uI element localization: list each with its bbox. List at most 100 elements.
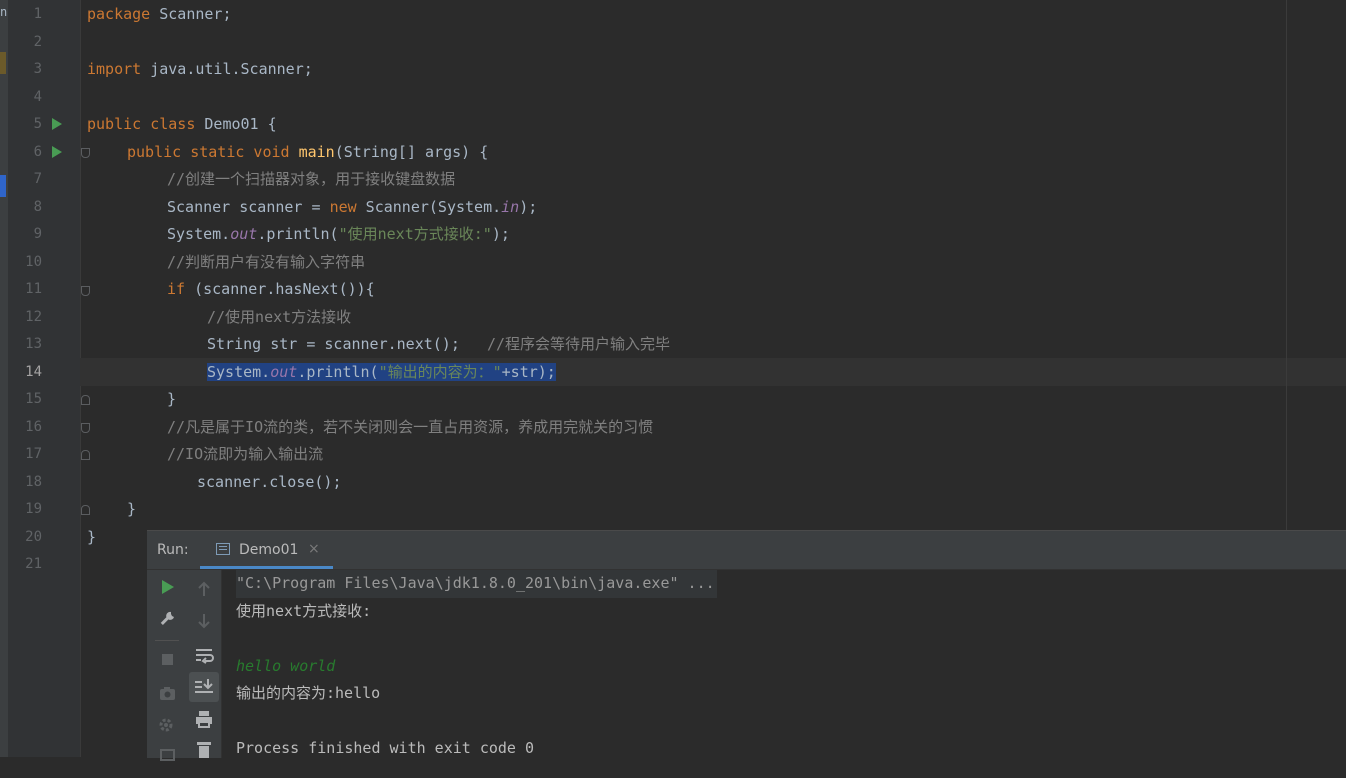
bookmark-marker: [0, 52, 6, 74]
code-text: .println(: [297, 362, 379, 381]
code-line: import java.util.Scanner;: [87, 56, 313, 84]
code-line-selected: System.out.println("输出的内容为："+str);: [207, 359, 556, 387]
code-line: String str = scanner.next(); //程序会等待用户输入…: [207, 331, 670, 359]
line-number: 1: [33, 6, 42, 22]
code-text: .println(: [257, 225, 339, 243]
editor-gutter: 1 2 3 4 5 6 7 8 9 10 11 12 13 14 15 16 1…: [8, 0, 90, 757]
line-number: 12: [25, 308, 42, 325]
clear-all-button[interactable]: [191, 736, 217, 762]
layout-icon: [160, 749, 175, 761]
selected-text: System.out.println("输出的内容为："+str);: [207, 362, 556, 381]
code-text: }: [87, 527, 97, 546]
dump-threads-button[interactable]: [154, 680, 180, 706]
string-literal: "使用next方式接收:": [338, 225, 492, 243]
code-line: public static void main(String[] args) {: [127, 139, 488, 167]
code-comment: //IO流即为输入输出流: [167, 445, 324, 463]
code-text: Scanner;: [150, 5, 232, 23]
down-arrow-icon: [198, 614, 210, 629]
code-text: (scanner.hasNext()){: [185, 280, 375, 298]
code-text: (String[] args) {: [334, 142, 489, 161]
trash-icon: [197, 742, 211, 758]
code-text: Scanner(System.: [356, 197, 502, 216]
code-line: scanner.close();: [197, 469, 342, 497]
code-text: scanner.close();: [197, 472, 342, 491]
active-tab-underline: [200, 566, 333, 569]
keyword: package: [87, 5, 151, 23]
code-text: );: [491, 225, 510, 243]
settings-button[interactable]: [154, 712, 180, 738]
keyword: new: [329, 197, 357, 216]
line-number-current: 14: [25, 363, 42, 380]
line-number: 15: [25, 391, 42, 407]
code-line: }: [87, 524, 96, 552]
soft-wrap-icon: [196, 649, 214, 664]
run-label: Run:: [157, 542, 189, 558]
code-text: System.: [167, 225, 231, 243]
code-line: package Scanner;: [87, 1, 232, 29]
tab-demo01[interactable]: Demo01 ×: [200, 531, 333, 569]
run-main-gutter-icon[interactable]: [52, 146, 62, 158]
keyword: public class: [87, 115, 196, 133]
code-text: +str);: [501, 362, 556, 381]
keyword: import: [87, 60, 142, 78]
code-text: Demo01 {: [195, 115, 277, 133]
code-comment: //凡是属于IO流的类，若不关闭则会一直占用资源，养成用完就关的习惯: [167, 417, 654, 436]
code-line: }: [167, 386, 176, 414]
gear-icon: [159, 718, 173, 732]
line-number: 8: [33, 198, 42, 215]
next-occurrence-button[interactable]: [191, 608, 217, 634]
print-icon: [196, 711, 212, 728]
run-icon: [162, 580, 174, 594]
method-name: main: [298, 142, 335, 161]
code-text: System.: [207, 362, 271, 381]
line-number: 13: [25, 336, 42, 352]
left-tool-strip: n: [0, 0, 8, 757]
line-number: 11: [25, 281, 42, 297]
string-literal: "输出的内容为：": [378, 362, 502, 381]
code-line: }: [127, 496, 136, 524]
line-number: 20: [25, 528, 42, 545]
console-output-line: 输出的内容为:hello: [236, 684, 381, 702]
layout-button[interactable]: [154, 744, 180, 770]
line-number: 2: [33, 33, 42, 50]
right-margin-guide: [1286, 0, 1287, 530]
code-text: Scanner scanner =: [167, 197, 330, 216]
wrench-icon: [160, 611, 174, 625]
code-text: String str = scanner.next();: [207, 335, 460, 353]
print-button[interactable]: [191, 706, 217, 732]
code-comment: //判断用户有没有输入字符串: [167, 252, 366, 271]
line-number: 18: [25, 473, 42, 490]
line-number: 3: [33, 61, 42, 77]
line-number: 19: [25, 501, 42, 517]
active-marker: [0, 175, 6, 197]
console-output-line: 使用next方式接收:: [236, 601, 372, 620]
code-line: if (scanner.hasNext()){: [167, 276, 375, 304]
line-number: 7: [33, 171, 42, 187]
console-exit-line: Process finished with exit code 0: [236, 739, 535, 757]
code-comment: //程序会等待用户输入完毕: [459, 335, 671, 353]
line-number: 4: [33, 88, 42, 105]
stop-button[interactable]: [154, 646, 180, 672]
close-icon[interactable]: ×: [308, 541, 320, 557]
keyword: if: [167, 280, 186, 298]
soft-wrap-button[interactable]: [191, 642, 217, 668]
keyword: public static void: [127, 142, 290, 161]
rerun-button[interactable]: [154, 574, 180, 600]
code-text: );: [519, 197, 538, 216]
code-line: System.out.println("使用next方式接收:");: [167, 221, 510, 249]
code-text: }: [167, 390, 177, 408]
console-user-input: hello world: [236, 656, 336, 675]
console-command-line: "C:\Program Files\Java\jdk1.8.0_201\bin\…: [236, 570, 717, 598]
stop-icon: [162, 654, 173, 665]
camera-icon: [160, 687, 175, 700]
run-class-gutter-icon[interactable]: [52, 118, 62, 130]
static-field: out: [230, 225, 258, 243]
edit-configuration-button[interactable]: [154, 606, 180, 632]
side-tab-marker[interactable]: n: [0, 4, 8, 20]
console-output[interactable]: "C:\Program Files\Java\jdk1.8.0_201\bin\…: [236, 570, 1336, 758]
line-number: 21: [25, 556, 42, 572]
code-comment: //使用next方法接收: [207, 307, 352, 326]
code-editor[interactable]: package Scanner; import java.util.Scanne…: [80, 0, 1346, 530]
scroll-to-end-button[interactable]: [189, 672, 219, 702]
previous-occurrence-button[interactable]: [191, 576, 217, 602]
